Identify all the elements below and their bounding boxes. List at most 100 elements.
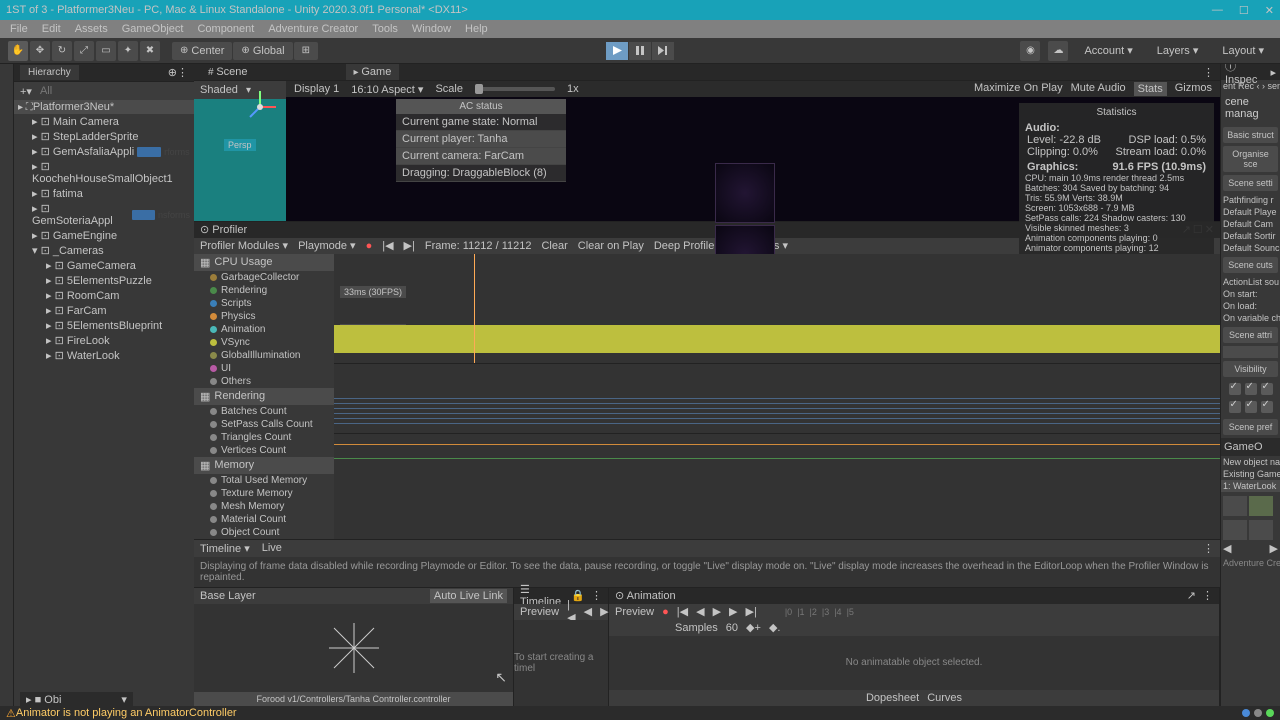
persp-label[interactable]: Persp <box>224 139 256 151</box>
profiler-cpu-item[interactable]: Animation <box>194 323 334 336</box>
menu-help[interactable]: Help <box>465 23 488 35</box>
anim-first-icon[interactable]: |◀ <box>677 605 688 618</box>
profiler-deep[interactable]: Deep Profile <box>654 240 715 252</box>
scene-settings-button[interactable]: Scene setti <box>1223 175 1278 191</box>
hierarchy-item[interactable]: ▸ ⊡ WaterLook <box>14 348 194 363</box>
custom-tool[interactable]: ✖ <box>140 41 160 61</box>
visibility-button[interactable]: Visibility <box>1223 361 1278 377</box>
anim-record-icon[interactable]: ● <box>662 606 669 618</box>
menu-component[interactable]: Component <box>197 23 254 35</box>
profiler-memory-item[interactable]: Material Count <box>194 513 334 526</box>
menu-file[interactable]: File <box>10 23 28 35</box>
timeline-menu-icon[interactable]: ⋮ <box>591 589 602 602</box>
status-dot-3[interactable] <box>1266 709 1274 717</box>
visibility-check-2[interactable] <box>1245 383 1257 395</box>
hierarchy-item[interactable]: ▸ ⊡ fatima <box>14 186 194 201</box>
collab-icon[interactable]: ◉ <box>1020 41 1040 61</box>
hierarchy-item[interactable]: ▸ ⊡ RoomCam <box>14 288 194 303</box>
visibility-check-1[interactable] <box>1229 383 1241 395</box>
profiler-target-dropdown[interactable]: Playmode ▾ <box>298 239 356 252</box>
menu-adventurecreator[interactable]: Adventure Creator <box>268 23 358 35</box>
rect-tool[interactable]: ▭ <box>96 41 116 61</box>
anim-next-icon[interactable]: ▶ <box>729 605 737 618</box>
profiler-cpu-item[interactable]: GlobalIllumination <box>194 349 334 362</box>
memory-chart[interactable] <box>334 434 1220 474</box>
scene-gizmo[interactable] <box>240 87 280 127</box>
step-button[interactable] <box>652 42 674 60</box>
animation-popout-icon[interactable]: ↗ <box>1187 589 1196 602</box>
menu-window[interactable]: Window <box>412 23 451 35</box>
add-key-icon[interactable]: ◆+ <box>746 621 761 634</box>
close-button[interactable]: ✕ <box>1265 4 1274 17</box>
profiler-timeline-dropdown[interactable]: Timeline ▾ <box>200 542 250 555</box>
hierarchy-create-icon[interactable]: +▾ <box>20 85 32 98</box>
hierarchy-item[interactable]: ▾ ⊡ _Cameras <box>14 243 194 258</box>
game-tab[interactable]: ▸ Game <box>346 64 400 80</box>
shading-dropdown[interactable]: Shaded <box>200 84 238 96</box>
rendering-module-header[interactable]: ▦ Rendering <box>194 388 334 405</box>
hierarchy-item[interactable]: ▸ ⊡ 5ElementsBlueprint <box>14 318 194 333</box>
mute-toggle[interactable]: Mute Audio <box>1071 82 1126 96</box>
minimize-button[interactable]: — <box>1212 4 1223 17</box>
profiler-clearplay[interactable]: Clear on Play <box>578 240 644 252</box>
timeline-prev-icon[interactable]: ◀ <box>584 605 592 618</box>
profiler-render-item[interactable]: Batches Count <box>194 405 334 418</box>
samples-value[interactable]: 60 <box>726 622 738 634</box>
game-view[interactable]: Display 1 16:10 Aspect ▾ Scale 1x Maximi… <box>286 81 1220 221</box>
basic-structure-button[interactable]: Basic struct <box>1223 127 1278 143</box>
profiler-render-item[interactable]: Vertices Count <box>194 444 334 457</box>
visibility-check-4[interactable] <box>1229 401 1241 413</box>
maximize-button[interactable]: ☐ <box>1239 4 1249 17</box>
maximize-toggle[interactable]: Maximize On Play <box>974 82 1063 96</box>
stats-toggle[interactable]: Stats <box>1134 82 1167 96</box>
snap-toggle[interactable]: ⊞ <box>294 42 318 60</box>
animation-tab[interactable]: ⊙ Animation <box>615 589 676 602</box>
animation-preview[interactable]: Preview <box>615 606 654 618</box>
organise-scene-button[interactable]: Organise sce <box>1223 146 1278 172</box>
hierarchy-item[interactable]: ▸ ⊡ GameEngine <box>14 228 194 243</box>
hierarchy-item[interactable]: ▸ ⊡ GameCamera <box>14 258 194 273</box>
inspector-subtabs[interactable]: ent Rec ‹ › sen <box>1221 80 1280 92</box>
profiler-cpu-item[interactable]: Rendering <box>194 284 334 297</box>
prefab-thumb-1[interactable] <box>1223 496 1247 516</box>
cpu-chart[interactable]: 33ms (30FPS) 16ms (60FPS) <box>334 254 1220 364</box>
game-tab-menu-icon[interactable]: ⋮ <box>1203 66 1214 79</box>
layout-dropdown[interactable]: Layout ▾ <box>1214 42 1272 59</box>
hierarchy-item[interactable]: ▸ ⊡ 5ElementsPuzzle <box>14 273 194 288</box>
prefab-prev-icon[interactable]: ◀ <box>1223 542 1231 555</box>
profiler-next-icon[interactable]: ▶| <box>404 239 415 252</box>
prefab-thumb-2[interactable] <box>1249 496 1273 516</box>
visibility-check-6[interactable] <box>1261 401 1273 413</box>
status-warning[interactable]: Animator is not playing an AnimatorContr… <box>16 707 237 719</box>
project-obi-folder[interactable]: ▸ ■ Obi <box>26 693 61 706</box>
profiler-prev-icon[interactable]: |◀ <box>382 239 393 252</box>
profiler-modules-dropdown[interactable]: Profiler Modules ▾ <box>200 239 288 252</box>
cloud-icon[interactable]: ☁ <box>1048 41 1068 61</box>
curves-tab[interactable]: Curves <box>927 692 962 704</box>
profiler-cpu-item[interactable]: Physics <box>194 310 334 323</box>
profiler-memory-item[interactable]: Texture Memory <box>194 487 334 500</box>
transform-tool[interactable]: ✦ <box>118 41 138 61</box>
status-dot-1[interactable] <box>1242 709 1250 717</box>
profiler-memory-item[interactable]: Mesh Memory <box>194 500 334 513</box>
prefab-thumb-4[interactable] <box>1249 520 1273 540</box>
global-toggle[interactable]: ⊕ Global <box>233 42 292 60</box>
profiler-cpu-item[interactable]: GarbageCollector <box>194 271 334 284</box>
profiler-cpu-item[interactable]: UI <box>194 362 334 375</box>
animator-graph[interactable] <box>194 604 513 692</box>
hierarchy-item[interactable]: ▸ ⊡ FarCam <box>14 303 194 318</box>
memory-module-header[interactable]: ▦ Memory <box>194 457 334 474</box>
anim-prev-icon[interactable]: ◀ <box>696 605 704 618</box>
hierarchy-plus-icon[interactable]: ⊕ <box>168 66 177 79</box>
scene-view[interactable]: Shaded ▾ Persp <box>194 81 286 221</box>
animator-baselayer[interactable]: Base Layer <box>200 590 256 602</box>
visibility-check-5[interactable] <box>1245 401 1257 413</box>
prefab-thumb-3[interactable] <box>1223 520 1247 540</box>
hierarchy-item[interactable]: ▸ ⊡ StepLadderSprite <box>14 129 194 144</box>
gizmos-toggle[interactable]: Gizmos <box>1175 82 1212 96</box>
profiler-cpu-item[interactable]: VSync <box>194 336 334 349</box>
waterlook-item[interactable]: 1: WaterLook <box>1221 480 1280 492</box>
hierarchy-item[interactable]: ▸ ⊡ KoochehHouseSmallObject1 <box>14 159 194 186</box>
scene-tab[interactable]: # Scene <box>200 64 256 80</box>
display-dropdown[interactable]: Display 1 <box>294 83 339 95</box>
